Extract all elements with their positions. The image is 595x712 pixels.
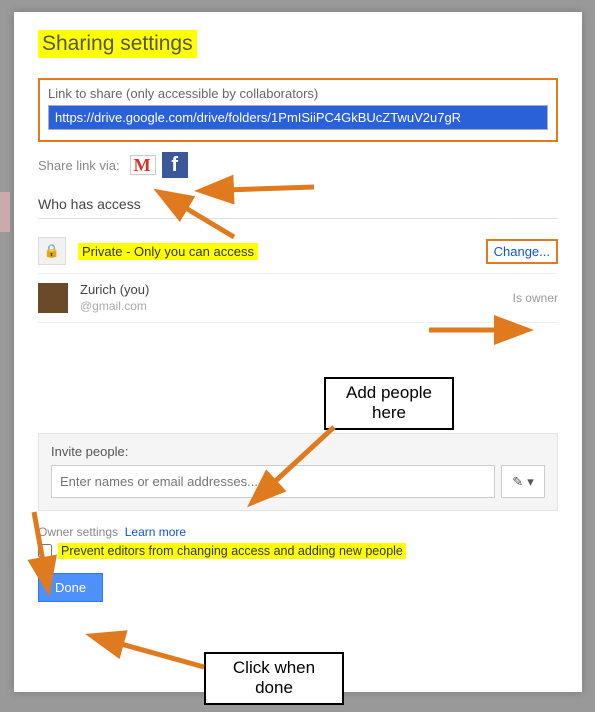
chevron-down-icon: ▾ <box>527 474 534 490</box>
user-row: Zurich (you) @gmail.com Is owner <box>38 273 558 323</box>
learn-more-link[interactable]: Learn more <box>125 525 186 539</box>
privacy-text: Private - Only you can access <box>78 243 258 260</box>
lock-icon: 🔒 <box>38 237 66 265</box>
owner-settings-label: Owner settings <box>38 525 118 539</box>
dialog-title: Sharing settings <box>38 30 197 58</box>
who-has-access-heading: Who has access <box>38 196 558 212</box>
prevent-editors-checkbox[interactable] <box>38 544 52 558</box>
user-info: Zurich (you) @gmail.com <box>80 282 149 314</box>
role-label: Is owner <box>513 291 558 305</box>
invite-section: Invite people: ✎ ▾ <box>38 433 558 511</box>
share-link-input[interactable] <box>48 105 548 130</box>
permission-dropdown[interactable]: ✎ ▾ <box>501 465 545 498</box>
invite-input[interactable] <box>51 465 495 498</box>
pencil-icon: ✎ <box>512 474 523 490</box>
share-via-row: Share link via: f <box>38 152 558 178</box>
link-to-share-section: Link to share (only accessible by collab… <box>38 78 558 142</box>
privacy-row: 🔒 Private - Only you can access Change..… <box>38 229 558 273</box>
annotation-click-done: Click when done <box>204 652 344 705</box>
avatar <box>38 283 68 313</box>
annotation-add-people: Add people here <box>324 377 454 430</box>
done-button[interactable]: Done <box>38 573 103 602</box>
invite-label: Invite people: <box>51 444 545 459</box>
sharing-dialog: Sharing settings Link to share (only acc… <box>14 12 582 692</box>
prevent-editors-label: Prevent editors from changing access and… <box>58 543 406 559</box>
facebook-icon[interactable]: f <box>162 152 188 178</box>
share-via-label: Share link via: <box>38 158 120 173</box>
link-label: Link to share (only accessible by collab… <box>48 86 548 101</box>
owner-settings: Owner settings Learn more <box>38 525 558 539</box>
divider <box>38 218 558 219</box>
user-email: @gmail.com <box>80 299 149 315</box>
change-link[interactable]: Change... <box>486 239 558 264</box>
background-sliver <box>0 192 10 232</box>
gmail-icon[interactable] <box>130 155 156 175</box>
user-name: Zurich (you) <box>80 282 149 299</box>
